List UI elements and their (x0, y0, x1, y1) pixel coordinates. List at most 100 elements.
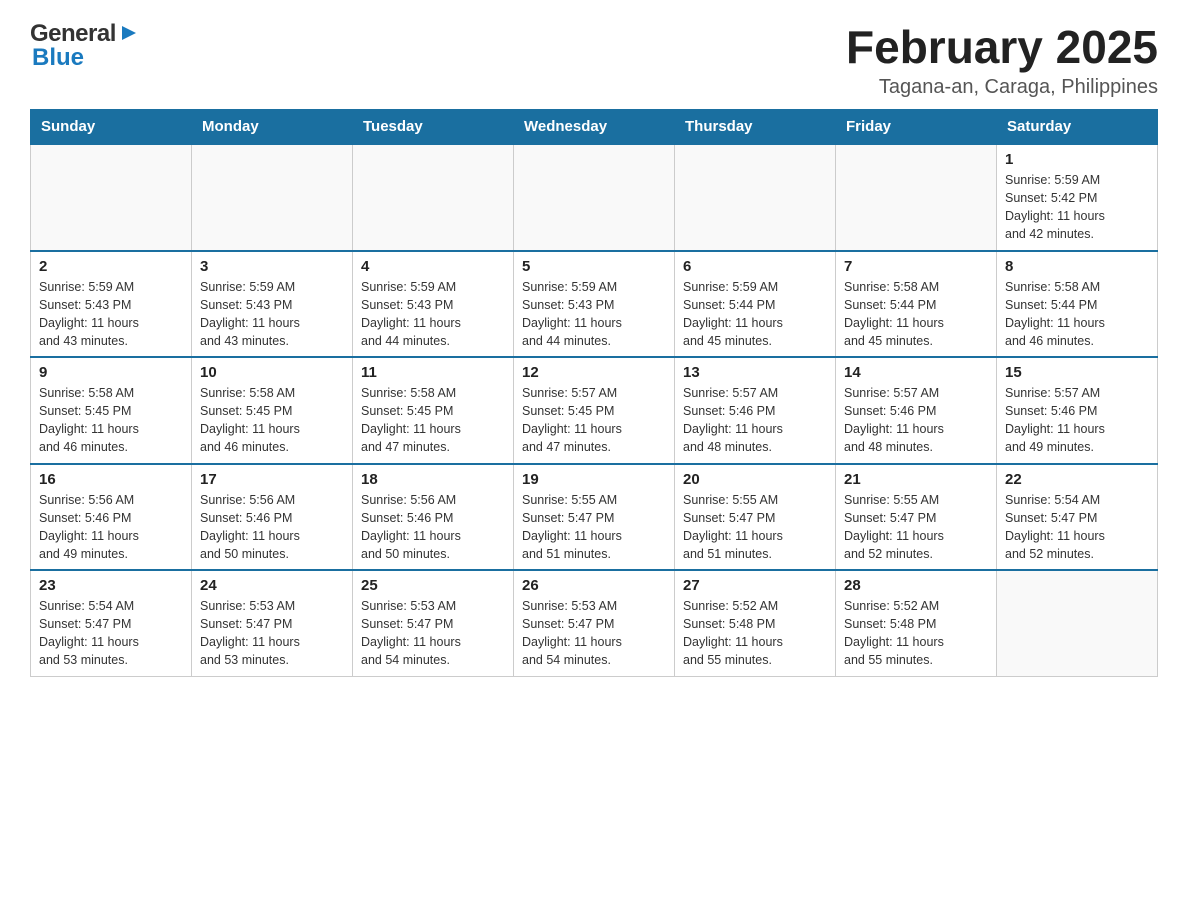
day-number: 15 (1005, 364, 1149, 381)
calendar-cell (353, 144, 514, 251)
day-info: Sunrise: 5:53 AM Sunset: 5:47 PM Dayligh… (522, 597, 666, 670)
month-title: February 2025 (846, 20, 1158, 74)
day-number: 20 (683, 471, 827, 488)
location-title: Tagana-an, Caraga, Philippines (846, 76, 1158, 99)
day-number: 8 (1005, 258, 1149, 275)
logo: General Blue (30, 20, 140, 72)
day-info: Sunrise: 5:59 AM Sunset: 5:42 PM Dayligh… (1005, 171, 1149, 244)
calendar-cell: 27Sunrise: 5:52 AM Sunset: 5:48 PM Dayli… (675, 570, 836, 676)
day-number: 21 (844, 471, 988, 488)
day-number: 1 (1005, 151, 1149, 168)
day-number: 18 (361, 471, 505, 488)
day-info: Sunrise: 5:56 AM Sunset: 5:46 PM Dayligh… (200, 491, 344, 564)
day-number: 19 (522, 471, 666, 488)
calendar-cell: 15 Sunrise: 5:57 AM Sunset: 5:46 PM Dayli… (997, 357, 1158, 464)
calendar-cell: 22 Sunrise: 5:54 AM Sunset: 5:47 PM Dayli… (997, 464, 1158, 571)
calendar-header-monday: Monday (192, 110, 353, 145)
day-info: Sunrise: 5:59 AM Sunset: 5:43 PM Dayligh… (522, 278, 666, 351)
calendar-cell (31, 144, 192, 251)
calendar-cell: 12 Sunrise: 5:57 AM Sunset: 5:45 PM Dayli… (514, 357, 675, 464)
day-number: 23 (39, 577, 183, 594)
day-info: Sunrise: 5:57 AM Sunset: 5:46 PM Dayligh… (844, 384, 988, 457)
calendar-cell: 19 Sunrise: 5:55 AM Sunset: 5:47 PM Dayli… (514, 464, 675, 571)
day-info: Sunrise: 5:57 AM Sunset: 5:46 PM Dayligh… (683, 384, 827, 457)
calendar-cell: 23 Sunrise: 5:54 AM Sunset: 5:47 PM Dayli… (31, 570, 192, 676)
calendar-week-row: 16 Sunrise: 5:56 AM Sunset: 5:46 PM Dayli… (31, 464, 1158, 571)
calendar-cell: 7 Sunrise: 5:58 AM Sunset: 5:44 PM Daylig… (836, 251, 997, 358)
day-number: 10 (200, 364, 344, 381)
day-number: 17 (200, 471, 344, 488)
calendar-week-row: 9 Sunrise: 5:58 AM Sunset: 5:45 PM Daylig… (31, 357, 1158, 464)
day-info: Sunrise: 5:54 AM Sunset: 5:47 PM Dayligh… (1005, 491, 1149, 564)
calendar-cell (836, 144, 997, 251)
day-info: Sunrise: 5:59 AM Sunset: 5:43 PM Dayligh… (200, 278, 344, 351)
day-number: 26 (522, 577, 666, 594)
calendar-cell: 26 Sunrise: 5:53 AM Sunset: 5:47 PM Dayli… (514, 570, 675, 676)
calendar-cell: 9 Sunrise: 5:58 AM Sunset: 5:45 PM Daylig… (31, 357, 192, 464)
day-info: Sunrise: 5:59 AM Sunset: 5:43 PM Dayligh… (361, 278, 505, 351)
day-info: Sunrise: 5:54 AM Sunset: 5:47 PM Dayligh… (39, 597, 183, 670)
calendar-cell: 16Sunrise: 5:56 AM Sunset: 5:46 PM Dayli… (31, 464, 192, 571)
calendar-cell: 1 Sunrise: 5:59 AM Sunset: 5:42 PM Daylig… (997, 144, 1158, 251)
day-info: Sunrise: 5:58 AM Sunset: 5:45 PM Dayligh… (200, 384, 344, 457)
day-number: 27 (683, 577, 827, 594)
calendar-cell (192, 144, 353, 251)
logo-triangle-icon (118, 22, 140, 44)
day-number: 2 (39, 258, 183, 275)
calendar-cell: 2 Sunrise: 5:59 AM Sunset: 5:43 PM Daylig… (31, 251, 192, 358)
day-number: 28 (844, 577, 988, 594)
day-number: 5 (522, 258, 666, 275)
day-info: Sunrise: 5:58 AM Sunset: 5:45 PM Dayligh… (361, 384, 505, 457)
day-number: 25 (361, 577, 505, 594)
day-number: 6 (683, 258, 827, 275)
calendar-cell: 8Sunrise: 5:58 AM Sunset: 5:44 PM Daylig… (997, 251, 1158, 358)
calendar-week-row: 23 Sunrise: 5:54 AM Sunset: 5:47 PM Dayli… (31, 570, 1158, 676)
day-info: Sunrise: 5:58 AM Sunset: 5:45 PM Dayligh… (39, 384, 183, 457)
calendar-cell: 18Sunrise: 5:56 AM Sunset: 5:46 PM Dayli… (353, 464, 514, 571)
calendar-cell: 24 Sunrise: 5:53 AM Sunset: 5:47 PM Dayli… (192, 570, 353, 676)
day-number: 3 (200, 258, 344, 275)
logo-blue-text: Blue (32, 44, 84, 72)
day-number: 22 (1005, 471, 1149, 488)
page-header: General Blue February 2025 Tagana-an, Ca… (30, 20, 1158, 99)
calendar-table: SundayMondayTuesdayWednesdayThursdayFrid… (30, 109, 1158, 677)
calendar-cell: 21 Sunrise: 5:55 AM Sunset: 5:47 PM Dayli… (836, 464, 997, 571)
calendar-header-friday: Friday (836, 110, 997, 145)
day-info: Sunrise: 5:57 AM Sunset: 5:45 PM Dayligh… (522, 384, 666, 457)
day-info: Sunrise: 5:55 AM Sunset: 5:47 PM Dayligh… (522, 491, 666, 564)
title-area: February 2025 Tagana-an, Caraga, Philipp… (846, 20, 1158, 99)
day-info: Sunrise: 5:55 AM Sunset: 5:47 PM Dayligh… (844, 491, 988, 564)
day-info: Sunrise: 5:59 AM Sunset: 5:44 PM Dayligh… (683, 278, 827, 351)
day-number: 12 (522, 364, 666, 381)
calendar-cell: 11 Sunrise: 5:58 AM Sunset: 5:45 PM Dayli… (353, 357, 514, 464)
day-info: Sunrise: 5:59 AM Sunset: 5:43 PM Dayligh… (39, 278, 183, 351)
calendar-cell: 14 Sunrise: 5:57 AM Sunset: 5:46 PM Dayli… (836, 357, 997, 464)
calendar-header-tuesday: Tuesday (353, 110, 514, 145)
calendar-cell: 6 Sunrise: 5:59 AM Sunset: 5:44 PM Daylig… (675, 251, 836, 358)
calendar-header-thursday: Thursday (675, 110, 836, 145)
day-info: Sunrise: 5:57 AM Sunset: 5:46 PM Dayligh… (1005, 384, 1149, 457)
day-number: 7 (844, 258, 988, 275)
calendar-cell (675, 144, 836, 251)
calendar-cell (514, 144, 675, 251)
day-number: 11 (361, 364, 505, 381)
calendar-header-row: SundayMondayTuesdayWednesdayThursdayFrid… (31, 110, 1158, 145)
day-number: 16 (39, 471, 183, 488)
calendar-header-saturday: Saturday (997, 110, 1158, 145)
day-number: 9 (39, 364, 183, 381)
day-info: Sunrise: 5:58 AM Sunset: 5:44 PM Dayligh… (844, 278, 988, 351)
day-number: 13 (683, 364, 827, 381)
calendar-week-row: 2 Sunrise: 5:59 AM Sunset: 5:43 PM Daylig… (31, 251, 1158, 358)
calendar-header-sunday: Sunday (31, 110, 192, 145)
calendar-cell: 5 Sunrise: 5:59 AM Sunset: 5:43 PM Daylig… (514, 251, 675, 358)
calendar-week-row: 1 Sunrise: 5:59 AM Sunset: 5:42 PM Daylig… (31, 144, 1158, 251)
day-number: 4 (361, 258, 505, 275)
calendar-cell (997, 570, 1158, 676)
calendar-cell: 3 Sunrise: 5:59 AM Sunset: 5:43 PM Daylig… (192, 251, 353, 358)
day-info: Sunrise: 5:53 AM Sunset: 5:47 PM Dayligh… (200, 597, 344, 670)
day-number: 14 (844, 364, 988, 381)
day-number: 24 (200, 577, 344, 594)
calendar-cell: 25 Sunrise: 5:53 AM Sunset: 5:47 PM Dayli… (353, 570, 514, 676)
day-info: Sunrise: 5:55 AM Sunset: 5:47 PM Dayligh… (683, 491, 827, 564)
day-info: Sunrise: 5:53 AM Sunset: 5:47 PM Dayligh… (361, 597, 505, 670)
